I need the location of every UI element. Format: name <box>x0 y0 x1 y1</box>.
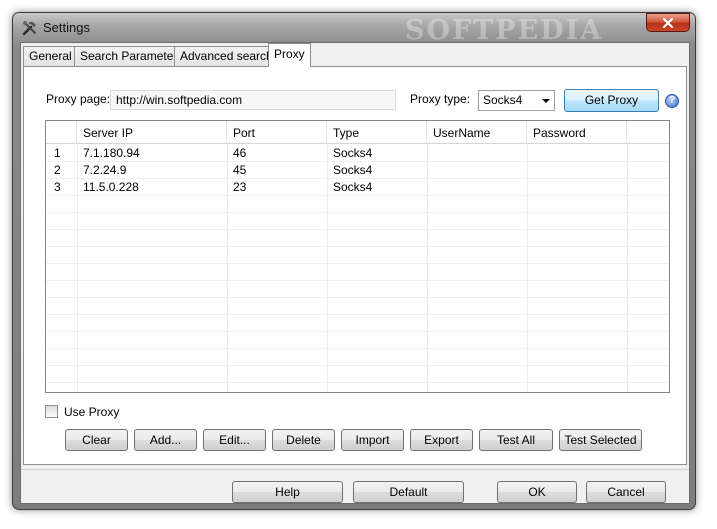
type-cell: Socks4 <box>333 180 373 194</box>
column-header-port[interactable]: Port <box>227 121 327 144</box>
footer-separator <box>21 469 689 470</box>
server-ip-cell: 7.1.180.94 <box>83 146 140 160</box>
export-button[interactable]: Export <box>410 429 473 451</box>
empty-row <box>46 298 669 315</box>
get-proxy-button[interactable]: Get Proxy <box>564 89 659 112</box>
empty-row <box>46 230 669 247</box>
edit-button[interactable]: Edit... <box>203 429 266 451</box>
use-proxy-label[interactable]: Use Proxy <box>64 405 119 419</box>
window-title: Settings <box>43 20 90 35</box>
close-icon <box>662 17 674 28</box>
column-header-password[interactable]: Password <box>527 121 627 144</box>
delete-button[interactable]: Delete <box>272 429 335 451</box>
help-icon[interactable]: ? <box>665 94 679 108</box>
proxy-page-label: Proxy page: <box>46 92 111 106</box>
default-button[interactable]: Default <box>353 481 464 503</box>
table-row[interactable]: 2 7.2.24.9 45 Socks4 <box>46 162 669 179</box>
table-row[interactable]: 3 11.5.0.228 23 Socks4 <box>46 179 669 196</box>
column-header-server-ip[interactable]: Server IP <box>77 121 227 144</box>
title-bar[interactable]: Settings SOFTPEDIA <box>13 13 695 46</box>
test-selected-button[interactable]: Test Selected <box>559 429 642 451</box>
server-ip-cell: 7.2.24.9 <box>83 163 127 177</box>
proxy-type-label: Proxy type: <box>410 92 471 106</box>
clear-button[interactable]: Clear <box>65 429 128 451</box>
import-button[interactable]: Import <box>341 429 404 451</box>
tab-advanced-search[interactable]: Advanced search <box>174 46 279 66</box>
table-header: Server IP Port Type UserName Password <box>46 121 669 144</box>
close-button[interactable] <box>646 13 690 32</box>
tools-icon <box>22 21 36 36</box>
empty-row <box>46 315 669 332</box>
dialog-client: General Search Parameters Advanced searc… <box>20 42 690 504</box>
empty-row <box>46 349 669 366</box>
port-cell: 46 <box>233 146 247 160</box>
row-number: 1 <box>54 146 61 160</box>
empty-row <box>46 247 669 264</box>
column-header-type[interactable]: Type <box>327 121 427 144</box>
table-row[interactable]: 1 7.1.180.94 46 Socks4 <box>46 145 669 162</box>
tab-proxy[interactable]: Proxy <box>268 43 311 67</box>
empty-row <box>46 196 669 213</box>
proxy-panel: Proxy page: http://win.softpedia.com Pro… <box>23 66 687 465</box>
chevron-down-icon <box>542 99 550 103</box>
empty-row <box>46 264 669 281</box>
column-header-username[interactable]: UserName <box>427 121 527 144</box>
row-number: 3 <box>54 180 61 194</box>
settings-window: Settings SOFTPEDIA General Search Parame… <box>12 12 696 510</box>
cancel-button[interactable]: Cancel <box>586 481 666 503</box>
proxy-type-value: Socks4 <box>483 93 523 107</box>
empty-row <box>46 213 669 230</box>
type-cell: Socks4 <box>333 163 373 177</box>
empty-row <box>46 281 669 298</box>
port-cell: 45 <box>233 163 247 177</box>
type-cell: Socks4 <box>333 146 373 160</box>
use-proxy-checkbox[interactable] <box>45 405 58 418</box>
add-button[interactable]: Add... <box>134 429 197 451</box>
proxy-page-input[interactable]: http://win.softpedia.com <box>110 90 396 110</box>
proxy-type-select[interactable]: Socks4 <box>478 90 555 111</box>
tab-search-parameters[interactable]: Search Parameters <box>74 46 190 66</box>
server-ip-cell: 11.5.0.228 <box>83 180 139 194</box>
empty-row <box>46 332 669 349</box>
ok-button[interactable]: OK <box>497 481 577 503</box>
proxy-table[interactable]: Server IP Port Type UserName Password 1 … <box>45 120 670 393</box>
row-number: 2 <box>54 163 61 177</box>
port-cell: 23 <box>233 180 247 194</box>
column-header-index[interactable] <box>46 121 77 144</box>
empty-row <box>46 366 669 383</box>
test-all-button[interactable]: Test All <box>479 429 553 451</box>
help-button[interactable]: Help <box>232 481 343 503</box>
tab-general[interactable]: General <box>23 46 78 66</box>
